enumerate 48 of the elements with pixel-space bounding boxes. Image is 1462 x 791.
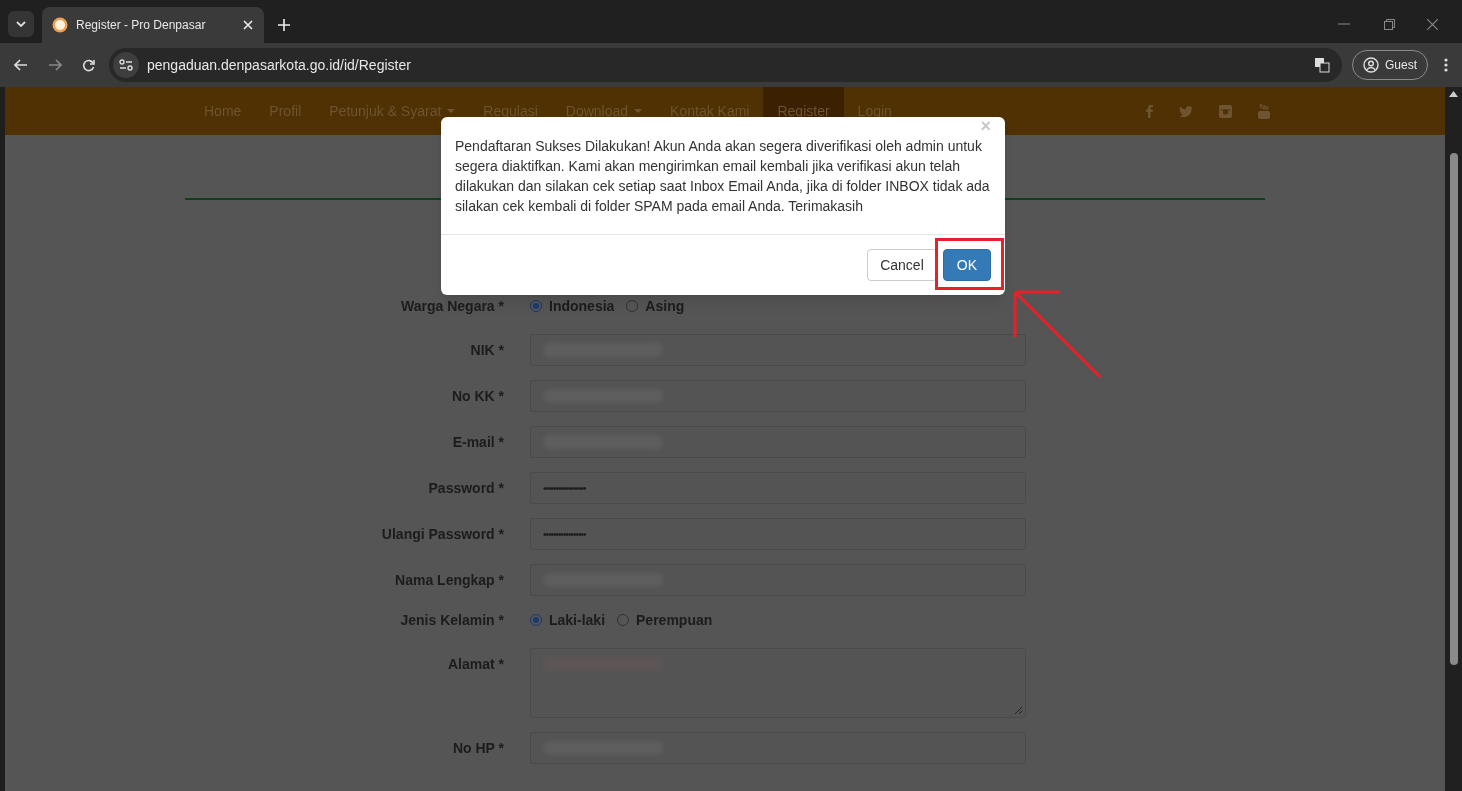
cancel-button[interactable]: Cancel (867, 249, 937, 281)
facebook-icon[interactable] (1146, 104, 1153, 118)
twitter-icon[interactable] (1179, 105, 1193, 117)
textarea-field[interactable] (530, 648, 1026, 718)
radio-option[interactable]: Perempuan (617, 609, 713, 631)
person-icon (1363, 57, 1379, 73)
youtube-icon[interactable] (1258, 103, 1270, 119)
field-label: Ulangi Password * (380, 525, 505, 544)
forward-icon[interactable] (48, 59, 62, 71)
radio-option[interactable]: Asing (626, 295, 685, 317)
tab-title: Register - Pro Denpasar (76, 17, 207, 34)
close-icon[interactable] (1427, 19, 1438, 30)
radio-option[interactable]: Indonesia (530, 295, 615, 317)
scrollbar-thumb[interactable] (1449, 153, 1458, 665)
back-icon[interactable] (14, 59, 28, 71)
browser-tab[interactable]: Register - Pro Denpasar (42, 7, 264, 43)
new-tab-icon[interactable] (278, 19, 290, 31)
translate-icon[interactable] (1314, 57, 1330, 73)
field-label: Nama Lengkap * (394, 571, 505, 590)
dialog-message: Pendaftaran Sukses Dilakukan! Akun Anda akan segera diverifikasi oleh admin untuk segera diaktifkan. Kami akan mengirimkan email kembali jika verifikasi akun telah dilakukan dan silakan cek setiap saat Inbox Email Anda, jika di folder INBOX tidak ada silakan cek kembali di folder SPAM pada email Anda. Terimakasih (455, 137, 991, 216)
field-label: Alamat * (446, 655, 505, 674)
highlight-rectangle (935, 238, 1004, 290)
resize-handle-icon[interactable] (1015, 707, 1022, 714)
site-logo-icon (52, 17, 68, 33)
field-label: Password * (427, 479, 505, 498)
tab-list-button[interactable] (8, 11, 34, 37)
field-label: Warga Negara * (400, 297, 505, 316)
password-field[interactable]: ••••••••••••••••• (530, 472, 1026, 504)
ok-button[interactable]: OK (942, 249, 991, 281)
field-label: No KK * (450, 387, 505, 406)
reload-icon[interactable] (82, 58, 95, 72)
url-text: pengaduan.denpasarkota.go.id/id/Register (147, 55, 412, 75)
restore-icon[interactable] (1384, 19, 1395, 30)
chevron-down-icon (16, 21, 26, 27)
scroll-up-icon[interactable] (1449, 91, 1458, 97)
field-label: E-mail * (451, 433, 505, 452)
address-bar[interactable]: pengaduan.denpasarkota.go.id/id/Register (109, 48, 1342, 82)
field-label: No HP * (451, 739, 505, 758)
close-button[interactable]: × (980, 117, 991, 135)
menu-icon[interactable] (1444, 58, 1448, 72)
input-field[interactable] (530, 334, 1026, 366)
instagram-icon[interactable] (1219, 104, 1232, 118)
field-label: NIK * (469, 341, 505, 360)
radio-option[interactable]: Laki-laki (530, 609, 606, 631)
site-info-icon[interactable] (113, 52, 139, 78)
field-label: Jenis Kelamin * (399, 611, 505, 630)
close-tab-icon[interactable] (242, 19, 254, 31)
password-field[interactable]: ••••••••••••••••• (530, 518, 1026, 550)
